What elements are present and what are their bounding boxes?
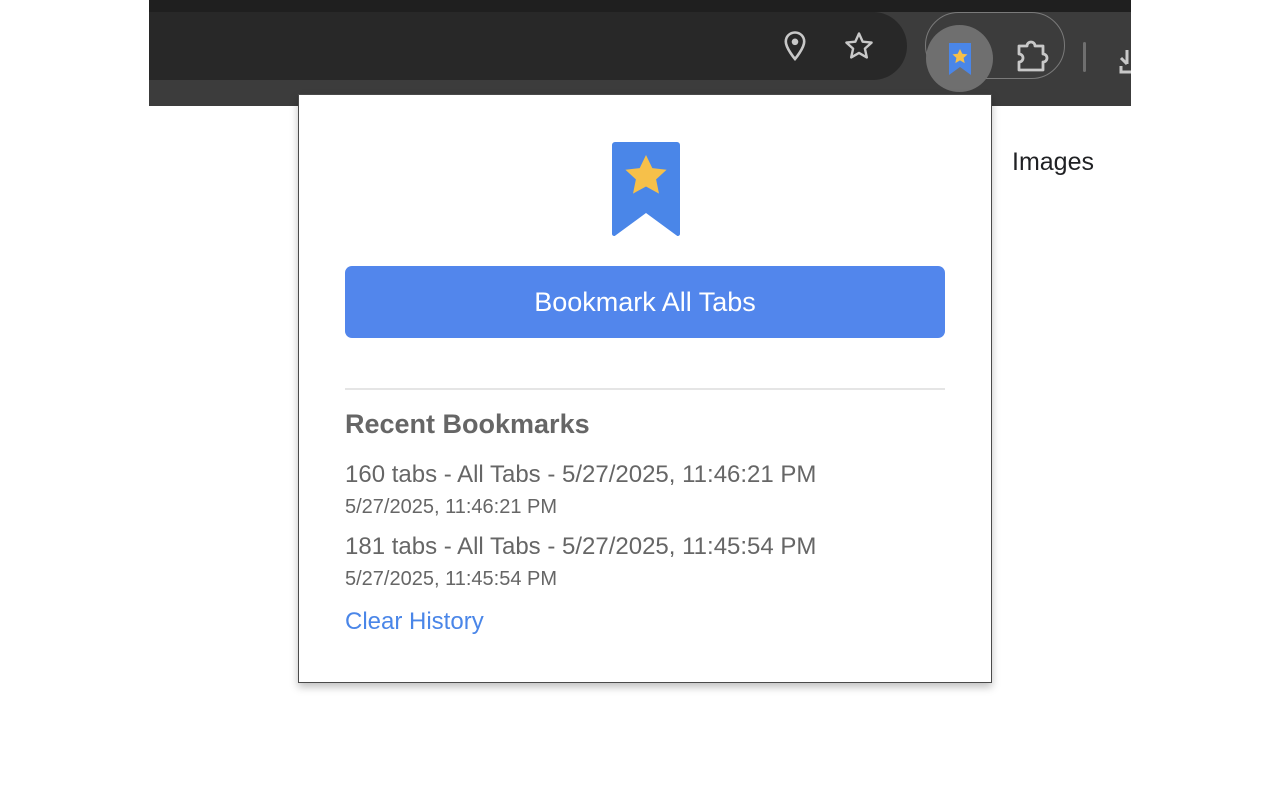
images-link[interactable]: Images — [1012, 148, 1094, 177]
location-pin-icon[interactable] — [778, 29, 812, 63]
download-icon[interactable] — [1117, 44, 1131, 78]
clear-history-link[interactable]: Clear History — [345, 608, 484, 636]
bookmark-extension-button[interactable] — [926, 25, 993, 92]
bookmark-star-icon — [612, 142, 680, 236]
bookmark-star-icon — [948, 42, 971, 75]
toolbar-divider — [1083, 42, 1086, 72]
puzzle-icon[interactable] — [1013, 36, 1053, 76]
bookmark-all-tabs-button[interactable]: Bookmark All Tabs — [345, 266, 945, 338]
screen: Images Bookmark All Tabs Recent Bookmark… — [0, 0, 1280, 800]
star-outline-icon[interactable] — [842, 29, 876, 63]
bookmark-list-item[interactable]: 181 tabs - All Tabs - 5/27/2025, 11:45:5… — [345, 533, 945, 591]
browser-toolbar — [149, 0, 1131, 106]
extension-popup: Bookmark All Tabs Recent Bookmarks 160 t… — [298, 94, 992, 683]
section-divider — [345, 388, 945, 390]
recent-bookmarks-heading: Recent Bookmarks — [345, 409, 590, 439]
bookmark-item-title: 160 tabs - All Tabs - 5/27/2025, 11:46:2… — [345, 461, 817, 488]
bookmark-item-title: 181 tabs - All Tabs - 5/27/2025, 11:45:5… — [345, 533, 817, 560]
tab-strip — [149, 0, 1131, 12]
bookmark-item-date: 5/27/2025, 11:45:54 PM — [345, 568, 558, 590]
bookmark-list-item[interactable]: 160 tabs - All Tabs - 5/27/2025, 11:46:2… — [345, 461, 945, 519]
bookmark-item-date: 5/27/2025, 11:46:21 PM — [345, 496, 558, 518]
